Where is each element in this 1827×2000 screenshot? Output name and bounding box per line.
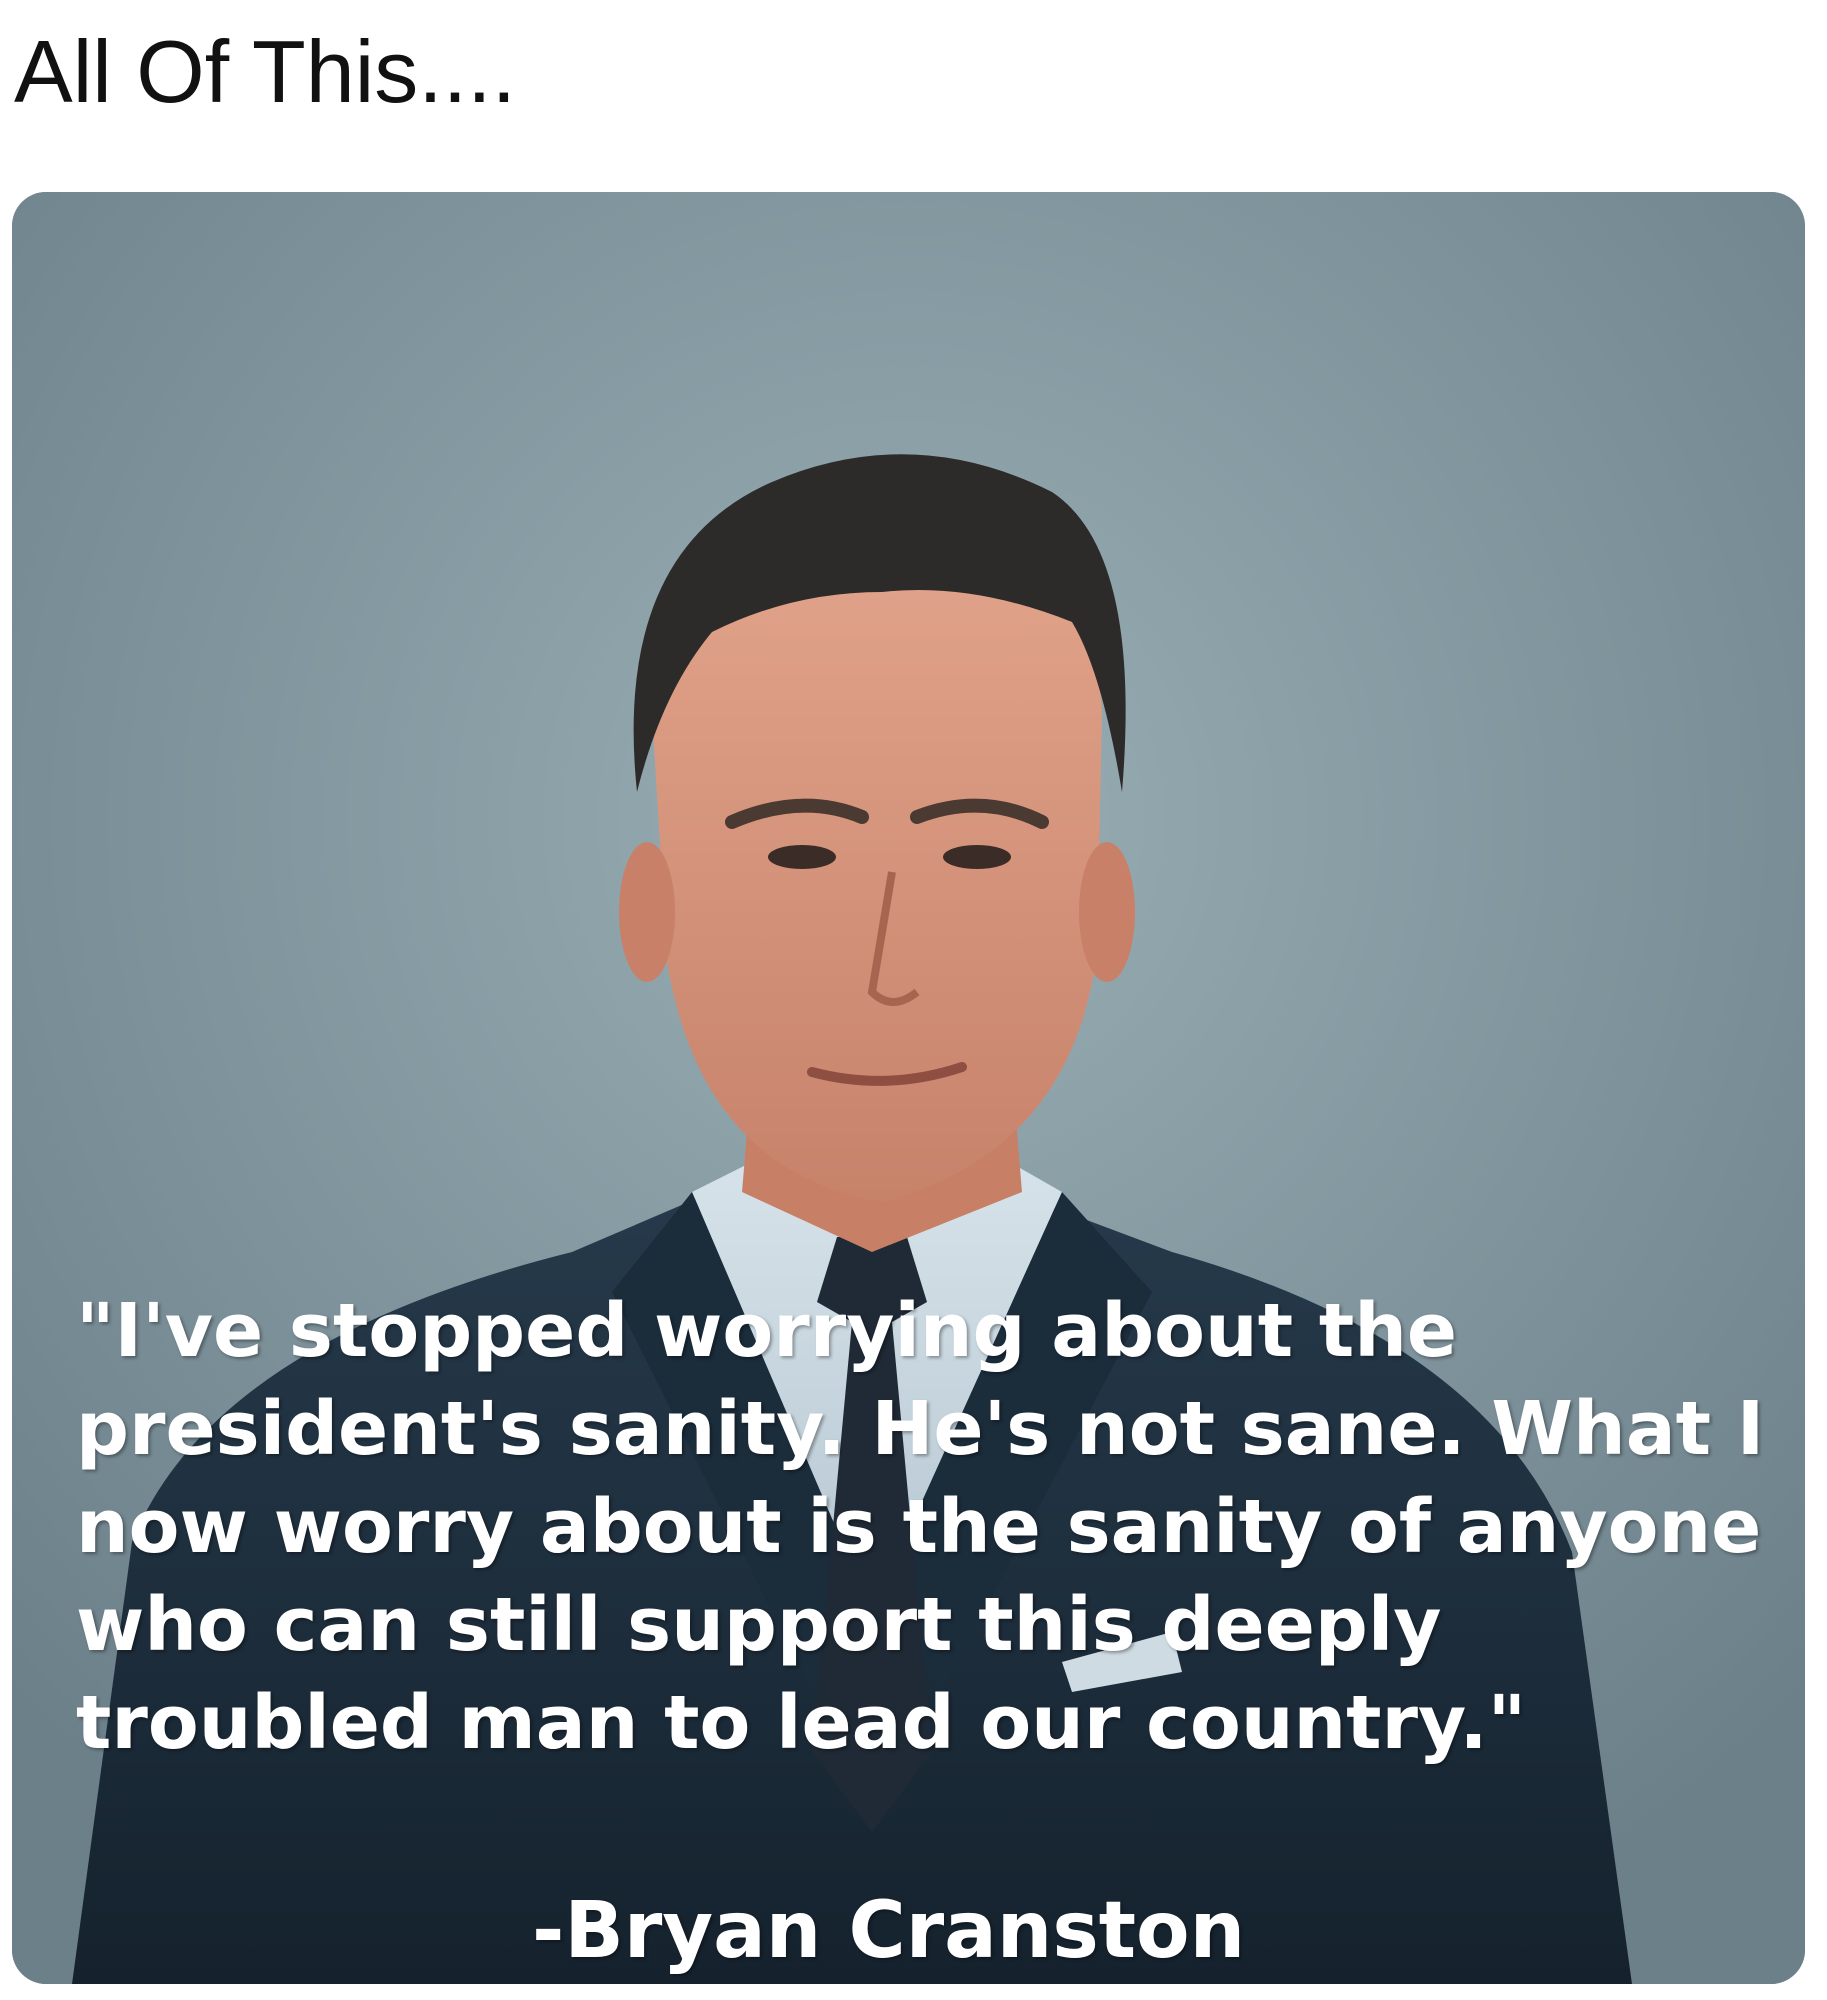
- quote-line: president's sanity. He's not sane. What …: [76, 1386, 1765, 1472]
- quote-line: now worry about is the sanity of anyone: [76, 1484, 1762, 1570]
- quote-line: who can still support this deeply: [76, 1582, 1442, 1668]
- quote-text: "I've stopped worrying about the preside…: [76, 1282, 1796, 1772]
- quote-attribution: -Bryan Cranston: [532, 1886, 1246, 1976]
- quote-line: troubled man to lead our country.": [76, 1680, 1527, 1766]
- post-image[interactable]: "I've stopped worrying about the preside…: [12, 192, 1805, 1984]
- quote-line: "I've stopped worrying about the: [76, 1288, 1458, 1374]
- post-caption: All Of This....: [14, 22, 517, 121]
